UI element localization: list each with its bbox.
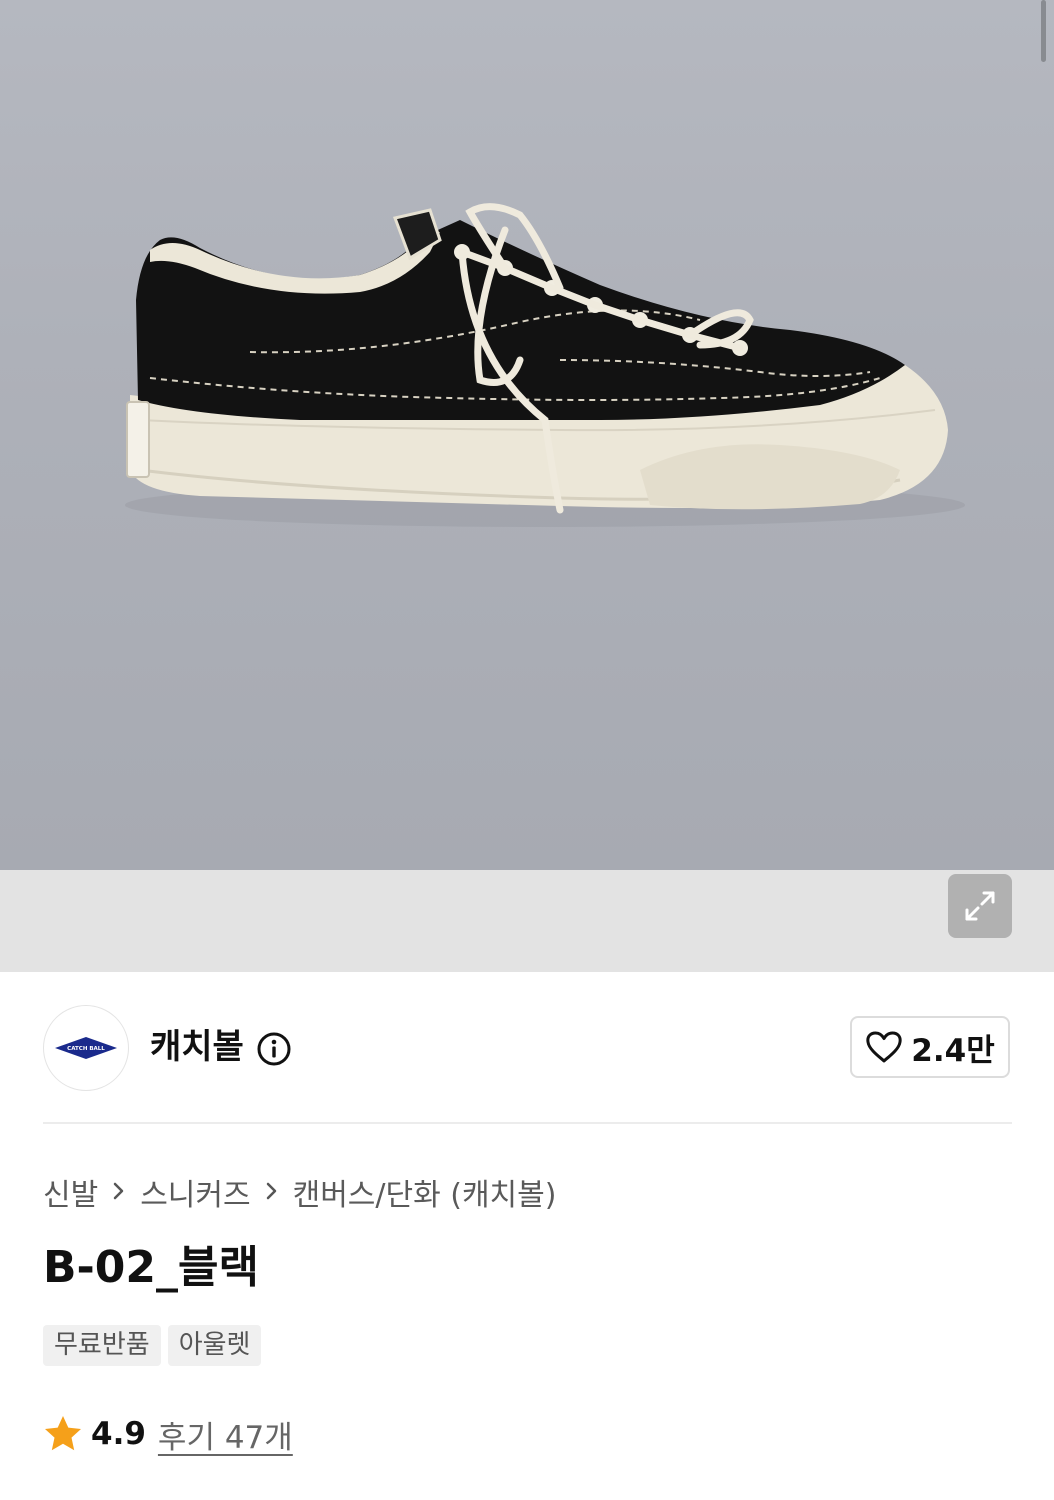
like-button[interactable]: 2.4만 xyxy=(850,1016,1010,1078)
chevron-right-icon xyxy=(263,1175,281,1210)
brand-logo-text: CATCH BALL xyxy=(67,1046,105,1052)
info-icon[interactable] xyxy=(256,1031,292,1067)
brand-logo[interactable]: CATCH BALL xyxy=(43,1005,129,1091)
scrollbar[interactable] xyxy=(1041,0,1046,62)
expand-icon xyxy=(965,891,995,921)
breadcrumb-item-shoes[interactable]: 신발 xyxy=(43,1170,98,1214)
reviews-link[interactable]: 후기 47개 xyxy=(158,1412,293,1457)
product-image[interactable] xyxy=(0,0,1054,870)
brand-row: CATCH BALL 캐치볼 2.4만 xyxy=(43,1005,1012,1091)
breadcrumb-item-canvas[interactable]: 캔버스/단화 (캐치볼) xyxy=(293,1170,557,1214)
product-title: B-02_블랙 xyxy=(43,1242,259,1293)
divider xyxy=(43,1122,1012,1124)
chevron-right-icon xyxy=(110,1175,128,1210)
like-count: 2.4만 xyxy=(911,1032,995,1069)
brand-name[interactable]: 캐치볼 xyxy=(150,1025,244,1069)
tag-outlet: 아울렛 xyxy=(167,1325,262,1366)
sneaker-illustration xyxy=(125,203,965,527)
expand-image-button[interactable] xyxy=(948,874,1012,938)
star-icon xyxy=(45,1416,81,1451)
rating-row: 4.9 후기 47개 xyxy=(43,1412,293,1456)
image-footer-strip xyxy=(0,870,1054,972)
breadcrumb-item-sneakers[interactable]: 스니커즈 xyxy=(140,1170,250,1214)
tag-free-return: 무료반품 xyxy=(43,1325,161,1366)
breadcrumb: 신발 스니커즈 캔버스/단화 (캐치볼) xyxy=(43,1170,556,1214)
product-tags: 무료반품 아울렛 xyxy=(43,1325,262,1366)
heart-icon xyxy=(866,1031,902,1063)
rating-value: 4.9 xyxy=(91,1416,146,1452)
